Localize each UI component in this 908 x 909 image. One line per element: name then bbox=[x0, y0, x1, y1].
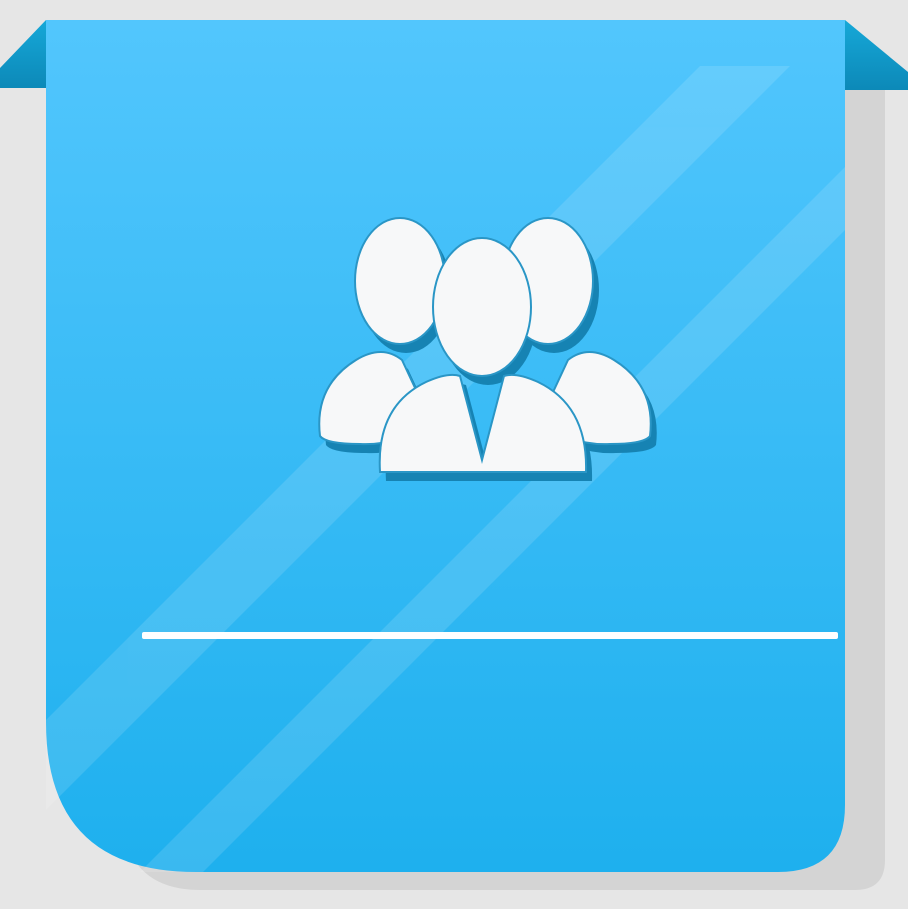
divider-line bbox=[142, 632, 838, 639]
ribbon-badge bbox=[0, 0, 908, 909]
left-fold bbox=[0, 20, 46, 88]
users-group-icon bbox=[318, 217, 657, 481]
right-fold bbox=[845, 20, 908, 90]
